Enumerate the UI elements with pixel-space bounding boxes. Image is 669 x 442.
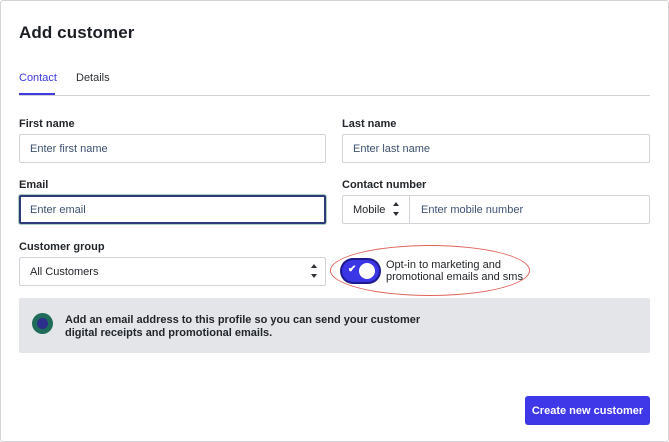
phone-type-value: Mobile: [353, 204, 386, 216]
customer-group-label: Customer group: [19, 241, 105, 253]
info-banner: Add an email address to this profile so …: [19, 298, 650, 353]
last-name-input[interactable]: [342, 134, 650, 163]
phone-type-select[interactable]: Mobile: [343, 196, 410, 223]
tab-details[interactable]: Details: [76, 72, 110, 93]
tab-bar: Contact Details: [19, 65, 650, 96]
email-field[interactable]: [19, 195, 326, 224]
create-customer-button[interactable]: Create new customer: [525, 396, 650, 425]
page-title: Add customer: [19, 23, 135, 42]
customer-group-select[interactable]: All Customers: [19, 257, 326, 286]
customer-group-value: All Customers: [30, 266, 99, 278]
opt-in-toggle[interactable]: ✔: [342, 260, 379, 282]
up-down-chevron-icon: [311, 264, 319, 280]
check-icon: ✔: [348, 264, 357, 275]
toggle-knob: [359, 263, 375, 279]
tab-contact[interactable]: Contact: [19, 72, 57, 95]
mobile-number-input[interactable]: [411, 196, 649, 223]
add-customer-panel: Add customer Contact Details First name …: [0, 0, 669, 442]
info-banner-text: Add an email address to this profile so …: [65, 314, 421, 339]
info-circle-icon: [32, 313, 53, 334]
first-name-label: First name: [19, 118, 75, 130]
last-name-label: Last name: [342, 118, 397, 130]
up-down-chevron-icon: [393, 202, 401, 218]
opt-in-label: Opt-in to marketing and promotional emai…: [386, 259, 523, 283]
contact-number-field: Mobile: [342, 195, 650, 224]
email-label: Email: [19, 179, 49, 191]
contact-number-label: Contact number: [342, 179, 427, 191]
first-name-input[interactable]: [19, 134, 326, 163]
